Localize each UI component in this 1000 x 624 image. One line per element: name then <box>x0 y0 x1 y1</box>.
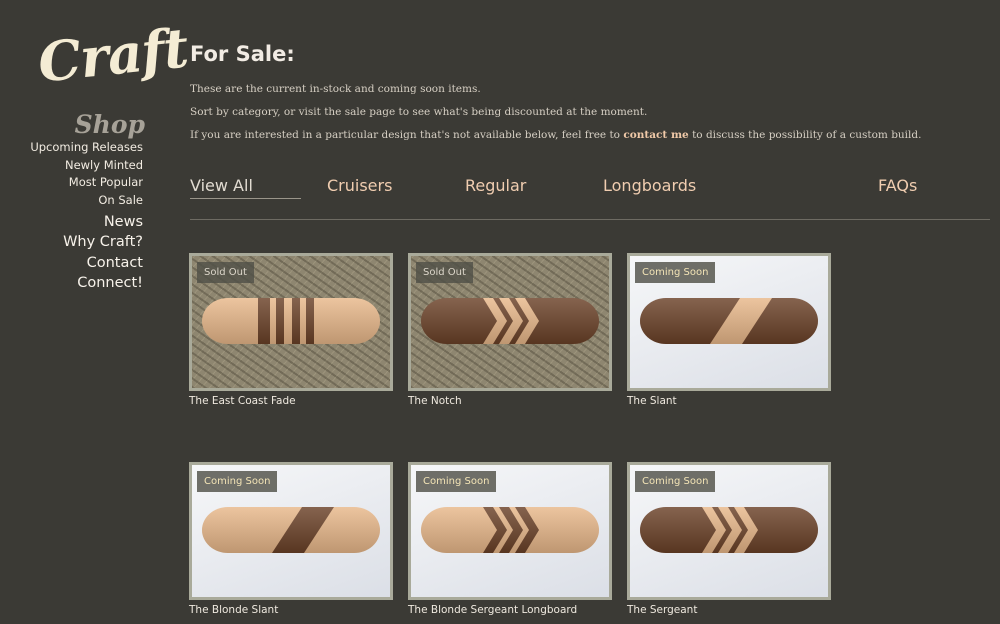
product-card[interactable]: Sold Out The Notch <box>408 253 612 407</box>
skateboard-deck-image <box>421 298 599 344</box>
status-badge: Sold Out <box>416 262 473 283</box>
intro-line-text: If you are interested in a particular de… <box>190 129 621 141</box>
product-card[interactable]: Coming Soon The Slant <box>627 253 831 407</box>
status-badge: Coming Soon <box>635 262 716 283</box>
skateboard-deck-image <box>640 507 818 553</box>
product-name[interactable]: The Notch <box>408 395 612 407</box>
skateboard-deck-image <box>421 507 599 553</box>
intro-line: If you are interested in a particular de… <box>190 124 980 147</box>
sidebar-item-upcoming-releases[interactable]: Upcoming Releases <box>30 139 143 157</box>
intro-text: These are the current in-stock and comin… <box>190 78 980 147</box>
sidebar-item-connect[interactable]: Connect! <box>63 273 143 293</box>
page-title: For Sale: <box>190 42 295 66</box>
product-image[interactable]: Coming Soon <box>627 253 831 391</box>
product-card[interactable]: Coming Soon The Sergeant <box>627 462 831 616</box>
status-badge: Coming Soon <box>197 471 278 492</box>
shop-submenu: Upcoming Releases Newly Minted Most Popu… <box>30 139 143 209</box>
product-name[interactable]: The Blonde Sergeant Longboard <box>408 604 612 616</box>
product-image[interactable]: Sold Out <box>189 253 393 391</box>
craft-logo[interactable]: Craft <box>35 15 190 94</box>
sidebar-item-most-popular[interactable]: Most Popular <box>30 174 143 192</box>
intro-line: These are the current in-stock and comin… <box>190 83 481 95</box>
product-card[interactable]: Coming Soon The Blonde Sergeant Longboar… <box>408 462 612 616</box>
skateboard-deck-image <box>640 298 818 344</box>
status-badge: Sold Out <box>197 262 254 283</box>
product-name[interactable]: The Sergeant <box>627 604 831 616</box>
tab-cruisers[interactable]: Cruisers <box>327 176 392 195</box>
tab-faqs[interactable]: FAQs <box>878 176 917 195</box>
product-image[interactable]: Sold Out <box>408 253 612 391</box>
skateboard-deck-image <box>202 298 380 344</box>
intro-line-text: to discuss the possibility of a custom b… <box>692 129 922 141</box>
tab-longboards[interactable]: Longboards <box>603 176 696 195</box>
sidebar-section-shop[interactable]: Shop <box>75 112 145 137</box>
product-card[interactable]: Coming Soon The Blonde Slant <box>189 462 393 616</box>
product-image[interactable]: Coming Soon <box>189 462 393 600</box>
status-badge: Coming Soon <box>635 471 716 492</box>
tab-view-all[interactable]: View All <box>190 176 301 199</box>
sidebar-item-on-sale[interactable]: On Sale <box>30 192 143 210</box>
sidebar-item-contact[interactable]: Contact <box>63 253 143 273</box>
product-image[interactable]: Coming Soon <box>408 462 612 600</box>
product-card[interactable]: Sold Out The East Coast Fade <box>189 253 393 407</box>
sidebar-item-news[interactable]: News <box>63 212 143 232</box>
product-name[interactable]: The Blonde Slant <box>189 604 393 616</box>
category-tabs: View All Cruisers Regular Longboards FAQ… <box>190 174 990 220</box>
product-image[interactable]: Coming Soon <box>627 462 831 600</box>
skateboard-deck-image <box>202 507 380 553</box>
sidebar-item-why-craft[interactable]: Why Craft? <box>63 232 143 252</box>
contact-me-link[interactable]: contact me <box>623 129 688 141</box>
tab-regular[interactable]: Regular <box>465 176 526 195</box>
product-name[interactable]: The East Coast Fade <box>189 395 393 407</box>
intro-line: Sort by category, or visit the sale page… <box>190 106 648 118</box>
status-badge: Coming Soon <box>416 471 497 492</box>
product-name[interactable]: The Slant <box>627 395 831 407</box>
sidebar-item-newly-minted[interactable]: Newly Minted <box>30 157 143 175</box>
main-nav: News Why Craft? Contact Connect! <box>63 212 143 294</box>
